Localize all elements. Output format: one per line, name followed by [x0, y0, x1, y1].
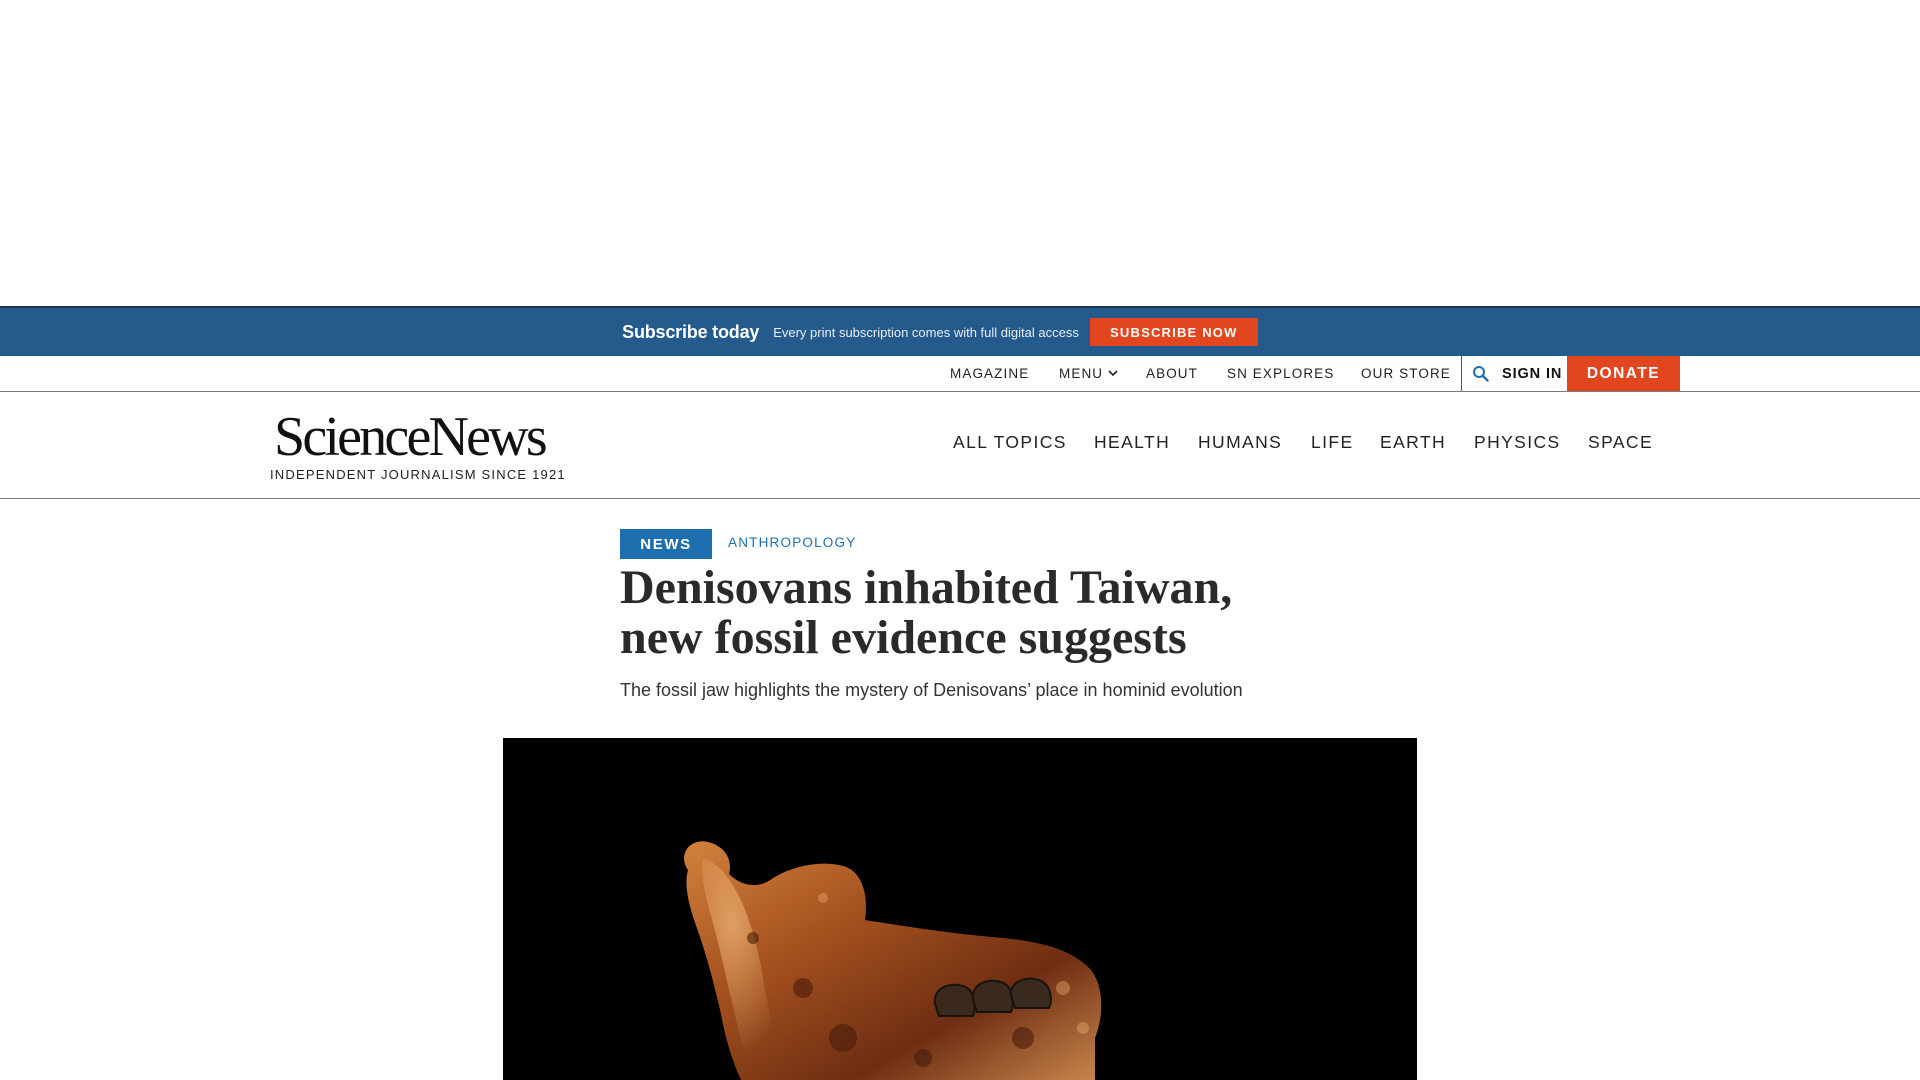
hero-image: [503, 738, 1417, 1080]
utility-divider: [1461, 356, 1462, 391]
chevron-down-icon: [1108, 370, 1118, 377]
logo-tagline: INDEPENDENT JOURNALISM SINCE 1921: [270, 467, 566, 482]
utility-item-menu[interactable]: MENU: [1059, 356, 1118, 391]
subscribe-now-button[interactable]: SUBSCRIBE NOW: [1089, 318, 1258, 346]
utility-item-sn-explores[interactable]: SN EXPLORES: [1227, 356, 1334, 391]
nav-humans[interactable]: HUMANS: [1198, 432, 1282, 453]
article-headline: Denisovans inhabited Taiwan, new fossil …: [620, 563, 1380, 663]
ad-space: [0, 0, 1920, 306]
search-icon: [1473, 366, 1489, 382]
subscribe-title: Subscribe today: [622, 321, 760, 342]
article-type-tag[interactable]: NEWS: [620, 529, 712, 559]
nav-all-topics[interactable]: ALL TOPICS: [953, 432, 1067, 453]
page: Subscribe today Every print subscription…: [0, 0, 1920, 1080]
science-news-logo[interactable]: ScienceNews INDEPENDENT JOURNALISM SINCE…: [270, 406, 570, 482]
utility-nav: MAGAZINE MENU ABOUT SN EXPLORES OUR STOR…: [0, 356, 1920, 392]
nav-physics[interactable]: PHYSICS: [1474, 432, 1561, 453]
nav-space[interactable]: SPACE: [1588, 432, 1653, 453]
utility-item-label: SN EXPLORES: [1227, 366, 1335, 381]
utility-item-label: MENU: [1059, 366, 1104, 381]
nav-health[interactable]: HEALTH: [1094, 432, 1170, 453]
subscribe-description: Every print subscription comes with full…: [773, 324, 1079, 340]
utility-item-about[interactable]: ABOUT: [1146, 356, 1198, 391]
search-button[interactable]: [1472, 356, 1492, 391]
headline-line-1: Denisovans inhabited Taiwan,: [620, 561, 1233, 614]
nav-life[interactable]: LIFE: [1311, 432, 1354, 453]
fossil-jaw-image: [503, 738, 1417, 1080]
utility-item-label: ABOUT: [1146, 366, 1199, 381]
utility-item-our-store[interactable]: OUR STORE: [1361, 356, 1451, 391]
utility-item-label: MAGAZINE: [950, 366, 1030, 381]
nav-earth[interactable]: EARTH: [1380, 432, 1446, 453]
logo-wordmark: ScienceNews: [274, 406, 548, 468]
subscribe-bar: Subscribe today Every print subscription…: [0, 306, 1920, 356]
utility-item-label: OUR STORE: [1361, 366, 1451, 381]
utility-item-magazine[interactable]: MAGAZINE: [950, 356, 1029, 391]
article-topic-tag[interactable]: ANTHROPOLOGY: [728, 535, 856, 550]
article-dek: The fossil jaw highlights the mystery of…: [620, 680, 1243, 700]
subscribe-content: Subscribe today Every print subscription…: [622, 318, 1258, 346]
masthead: ScienceNews INDEPENDENT JOURNALISM SINCE…: [0, 392, 1920, 499]
donate-button[interactable]: DONATE: [1567, 356, 1680, 391]
sign-in-link[interactable]: SIGN IN: [1502, 356, 1562, 391]
headline-line-2: new fossil evidence suggests: [620, 611, 1187, 664]
